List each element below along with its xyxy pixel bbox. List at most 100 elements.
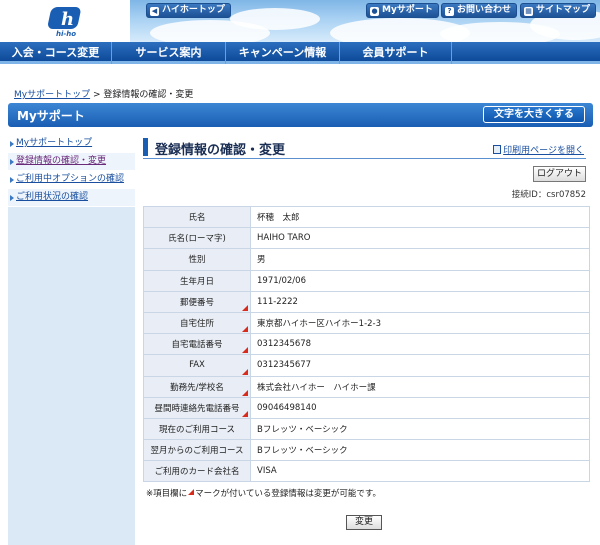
row-value: 0312345678	[250, 333, 590, 356]
mysupport-header-bar: Myサポート 文字を大きくする	[8, 103, 593, 127]
nav-item-membership[interactable]: 入会・コース変更	[0, 42, 112, 64]
editable-marker-icon	[188, 489, 195, 495]
contact-link[interactable]: ? お問い合わせ	[441, 3, 518, 18]
sitemap-link[interactable]: ▦ サイトマップ	[520, 3, 597, 18]
arrow-right-icon	[10, 159, 14, 165]
table-row: FAX 0312345677	[143, 354, 590, 377]
table-row: 氏名(ローマ字) HAIHO TARO	[143, 227, 590, 250]
table-row: 生年月日 1971/02/06	[143, 269, 590, 292]
row-label: ご利用のカード会社名	[143, 460, 251, 483]
row-label-text: 翌月からのご利用コース	[150, 446, 244, 457]
row-value: 1971/02/06	[250, 269, 590, 292]
mysupport-link[interactable]: ● Myサポート	[366, 3, 439, 18]
svg-text:h: h	[61, 9, 74, 30]
row-label: 生年月日	[143, 269, 251, 292]
back-arrow-icon: ◀	[150, 7, 159, 16]
row-label: 郵便番号	[143, 290, 251, 313]
sidebar: Myサポートトップ 登録情報の確認・変更 ご利用中オプションの確認 ご利用状況の…	[8, 135, 135, 545]
logo-wordmark: hi-ho	[56, 30, 76, 37]
row-label-text: ご利用のカード会社名	[154, 467, 240, 478]
row-value: 09046498140	[250, 396, 590, 419]
row-label-text: 氏名	[188, 213, 206, 224]
row-label-text: 自宅住所	[179, 319, 214, 330]
question-icon: ?	[445, 7, 454, 16]
page-title-block: 登録情報の確認・変更 印刷用ページを開く	[143, 137, 586, 159]
row-label-text: 氏名(ローマ字)	[168, 234, 226, 245]
row-label-text: 生年月日	[179, 276, 214, 287]
global-nav: 入会・コース変更 サービス案内 キャンペーン情報 会員サポート	[0, 42, 600, 64]
breadcrumb: Myサポートトップ > 登録情報の確認・変更	[14, 87, 193, 100]
row-value: Bフレッツ・ベーシック	[250, 417, 590, 441]
nav-item-services[interactable]: サービス案内	[112, 42, 226, 64]
title-accent-bar	[143, 138, 148, 156]
enlarge-text-button[interactable]: 文字を大きくする	[483, 106, 585, 123]
header-banner: h hi-ho ◀ ハイホートップ ● Myサポート ? お問い合わせ ▦ サイトマップ	[0, 0, 600, 42]
row-value: HAIHO TARO	[250, 227, 590, 250]
nav-item-member-support[interactable]: 会員サポート	[340, 42, 452, 64]
editable-marker-icon	[242, 389, 248, 396]
table-row: ご利用のカード会社名 VISA	[143, 460, 590, 483]
table-row: 現在のご利用コース Bフレッツ・ベーシック	[143, 417, 590, 441]
breadcrumb-current: 登録情報の確認・変更	[103, 90, 194, 100]
arrow-right-icon	[10, 177, 14, 183]
editable-marker-icon	[242, 347, 248, 354]
edit-note: ※項目欄に マークが付いている登録情報は変更が可能です。	[146, 489, 382, 499]
arrow-right-icon	[10, 141, 14, 147]
row-label: 氏名(ローマ字)	[143, 227, 251, 250]
row-value: 111-2222	[250, 290, 590, 313]
table-row: 勤務先/学校名 株式会社ハイホー ハイホー課	[143, 375, 590, 398]
sitemap-icon: ▦	[524, 7, 533, 16]
table-row: 自宅電話番号 0312345678	[143, 333, 590, 356]
logout-button[interactable]: ログアウト	[533, 166, 586, 182]
sidebar-item-registration-info[interactable]: 登録情報の確認・変更	[8, 153, 135, 171]
row-label: 自宅電話番号	[143, 333, 251, 356]
editable-marker-icon	[242, 304, 248, 311]
editable-marker-icon	[242, 368, 248, 375]
sidebar-item-usage[interactable]: ご利用状況の確認	[8, 189, 135, 207]
row-label-text: 現在のご利用コース	[158, 424, 236, 435]
print-page-link[interactable]: 印刷用ページを開く	[493, 143, 584, 156]
row-label-text: FAX	[189, 360, 205, 371]
editable-marker-icon	[242, 410, 248, 417]
mysupport-title: Myサポート	[17, 109, 85, 123]
connection-id: 接続ID：csr07852	[511, 190, 586, 200]
row-label-text: 性別	[188, 255, 206, 266]
row-label: 勤務先/学校名	[143, 375, 251, 398]
row-label: 自宅住所	[143, 311, 251, 335]
print-icon	[493, 145, 502, 154]
row-value: 株式会社ハイホー ハイホー課	[250, 375, 590, 398]
row-label-text: 郵便番号	[179, 297, 214, 308]
sidebar-item-mysupport-top[interactable]: Myサポートトップ	[8, 135, 135, 153]
breadcrumb-separator: >	[92, 90, 101, 100]
sidebar-item-options[interactable]: ご利用中オプションの確認	[8, 171, 135, 189]
row-label: 翌月からのご利用コース	[143, 439, 251, 462]
hiho-top-link[interactable]: ◀ ハイホートップ	[146, 3, 231, 18]
table-row: 氏名 杯穂 太郎	[143, 205, 590, 229]
editable-marker-icon	[242, 326, 248, 333]
row-label: 氏名	[143, 205, 251, 229]
table-row: 翌月からのご利用コース Bフレッツ・ベーシック	[143, 439, 590, 462]
row-value: 0312345677	[250, 354, 590, 377]
row-label: 昼間時連絡先電話番号	[143, 396, 251, 419]
table-row: 性別 男	[143, 248, 590, 271]
row-label-text: 自宅電話番号	[171, 340, 223, 351]
row-value: VISA	[250, 460, 590, 483]
row-value: Bフレッツ・ベーシック	[250, 439, 590, 462]
breadcrumb-link-mysupport-top[interactable]: Myサポートトップ	[14, 90, 90, 100]
change-button[interactable]: 変更	[346, 515, 382, 530]
row-label: 現在のご利用コース	[143, 417, 251, 441]
row-value: 男	[250, 248, 590, 271]
registration-info-table: 氏名 杯穂 太郎氏名(ローマ字) HAIHO TARO 性別 男生年月日 1971/02/…	[143, 205, 590, 483]
nav-item-campaign[interactable]: キャンペーン情報	[226, 42, 340, 64]
row-value: 東京都ハイホー区ハイホー1-2-3	[250, 311, 590, 335]
table-row: 郵便番号 111-2222	[143, 290, 590, 313]
row-label-text: 勤務先/学校名	[170, 382, 224, 393]
hiho-logo[interactable]: h hi-ho	[48, 5, 88, 38]
row-label: 性別	[143, 248, 251, 271]
person-icon: ●	[370, 7, 379, 16]
arrow-right-icon	[10, 195, 14, 201]
row-label: FAX	[143, 354, 251, 377]
table-row: 自宅住所 東京都ハイホー区ハイホー1-2-3	[143, 311, 590, 335]
row-label-text: 昼間時連絡先電話番号	[154, 403, 240, 414]
row-value: 杯穂 太郎	[250, 205, 590, 229]
